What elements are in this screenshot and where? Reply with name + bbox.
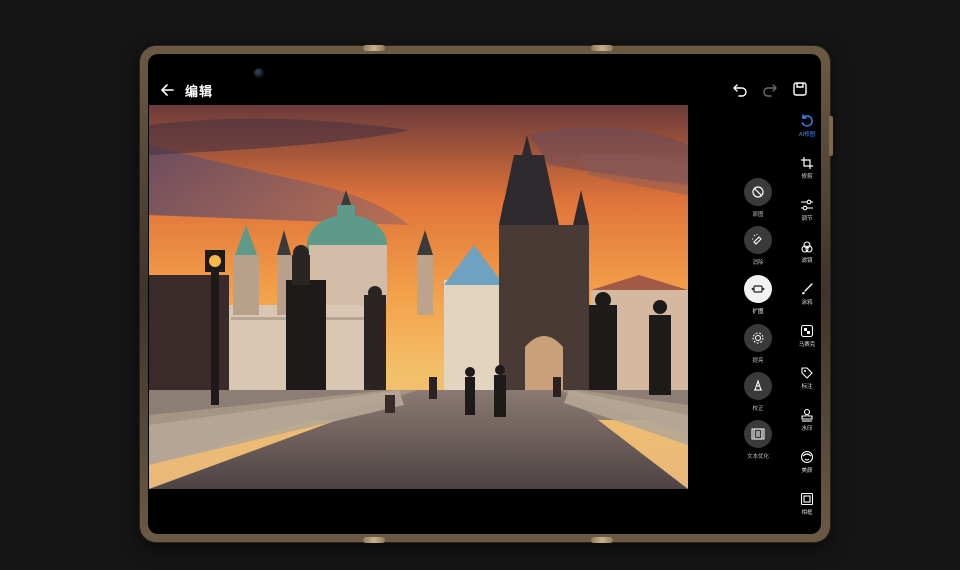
expand-image-icon [751,285,765,293]
tool-label: 扩图 [752,309,764,315]
text-optimize-icon [751,428,765,440]
filter-circles-icon [801,241,813,253]
undo-icon [733,84,747,97]
side-button [829,116,833,156]
redo-button[interactable] [761,80,779,98]
save-icon [793,82,807,96]
nav-label: AI修图 [798,132,816,138]
nav-label: 美颜 [801,468,813,474]
back-arrow-icon [161,84,174,96]
nav-label: 相框 [801,510,813,516]
top-bar: 编辑 [148,76,821,104]
nav-crop[interactable]: 修剪 [792,156,821,180]
nav-mosaic[interactable]: 马赛克 [792,324,821,348]
tool-label: 校正 [752,406,764,412]
photo-canvas[interactable] [149,105,688,489]
page-title: 编辑 [185,85,214,100]
brighten-icon [752,332,764,344]
frame-icon [800,492,814,506]
tool-label: 消除 [752,260,764,266]
tool-correct[interactable]: 校正 [738,372,778,412]
brush-icon [802,283,813,295]
ai-retouch-icon [801,114,813,127]
screen: 编辑 原图 消除 扩图 提亮 校正 文本优化 AI修图 修剪 调节 滤镜 涂鸦 … [148,54,821,534]
tag-icon [801,367,813,379]
nav-adjust[interactable]: 调节 [792,198,821,222]
hinge [591,45,613,51]
nav-ai-retouch[interactable]: AI修图 [792,114,821,138]
beauty-icon [800,450,814,464]
tool-remove[interactable]: 消除 [738,226,778,266]
tool-expand[interactable]: 扩图 [738,275,778,315]
crop-icon [801,157,813,169]
nav-label: 调节 [801,216,813,222]
nav-frame[interactable]: 相框 [792,492,821,516]
nav-label: 马赛克 [798,342,816,348]
mosaic-icon [800,324,814,338]
nav-annotate[interactable]: 标注 [792,366,821,390]
tool-brighten[interactable]: 提亮 [738,324,778,364]
hinge [591,537,613,543]
undo-button[interactable] [731,80,749,98]
stamp-icon [801,408,813,422]
save-button[interactable] [791,80,809,98]
hinge [363,537,385,543]
nav-label: 标注 [801,384,813,390]
tool-label: 原图 [752,212,764,218]
nav-filter[interactable]: 滤镜 [792,240,821,264]
nav-label: 水印 [801,426,813,432]
hinge [363,45,385,51]
nav-label: 涂鸦 [801,300,813,306]
redo-icon [763,84,777,97]
nav-beauty[interactable]: 美颜 [792,450,821,474]
tool-label: 提亮 [752,358,764,364]
nav-label: 修剪 [801,174,813,180]
tool-text-optimize[interactable]: 文本优化 [738,420,778,460]
nav-watermark[interactable]: 水印 [792,408,821,432]
correct-icon [754,379,762,391]
tool-original[interactable]: 原图 [738,178,778,218]
tool-label: 文本优化 [746,454,769,460]
eraser-sparkle-icon [752,234,762,245]
no-sign-icon [752,186,764,198]
photo-image [149,105,688,489]
back-button[interactable] [158,80,178,100]
nav-label: 滤镜 [801,258,813,264]
adjust-sliders-icon [801,199,813,211]
nav-doodle[interactable]: 涂鸦 [792,282,821,306]
